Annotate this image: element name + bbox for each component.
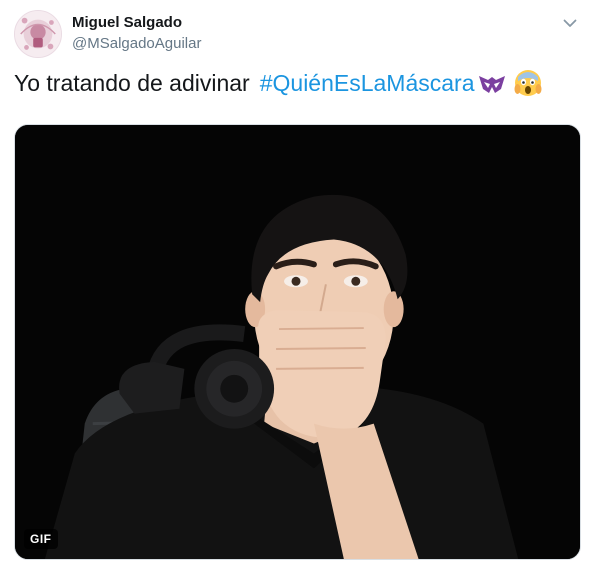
tweet-text: Yo tratando de adivinar #QuiénEsLaMáscar… xyxy=(14,67,542,99)
tweet-body-text: Yo tratando de adivinar xyxy=(14,70,250,96)
avatar-image xyxy=(15,11,61,57)
gif-badge: GIF xyxy=(24,529,58,549)
face-screaming-in-fear-icon xyxy=(514,69,542,97)
tweet-card[interactable]: Miguel Salgado @MSalgadoAguilar Yo trata… xyxy=(0,0,595,571)
gif-thumbnail xyxy=(15,125,580,559)
purple-mask-icon xyxy=(478,72,506,94)
avatar[interactable] xyxy=(14,10,62,58)
chevron-down-icon[interactable] xyxy=(561,14,579,32)
gif-media[interactable]: GIF xyxy=(14,124,581,560)
author-name[interactable]: Miguel Salgado xyxy=(72,14,182,31)
author-handle[interactable]: @MSalgadoAguilar xyxy=(72,35,201,52)
hashtag-link[interactable]: #QuiénEsLaMáscara xyxy=(260,67,475,99)
